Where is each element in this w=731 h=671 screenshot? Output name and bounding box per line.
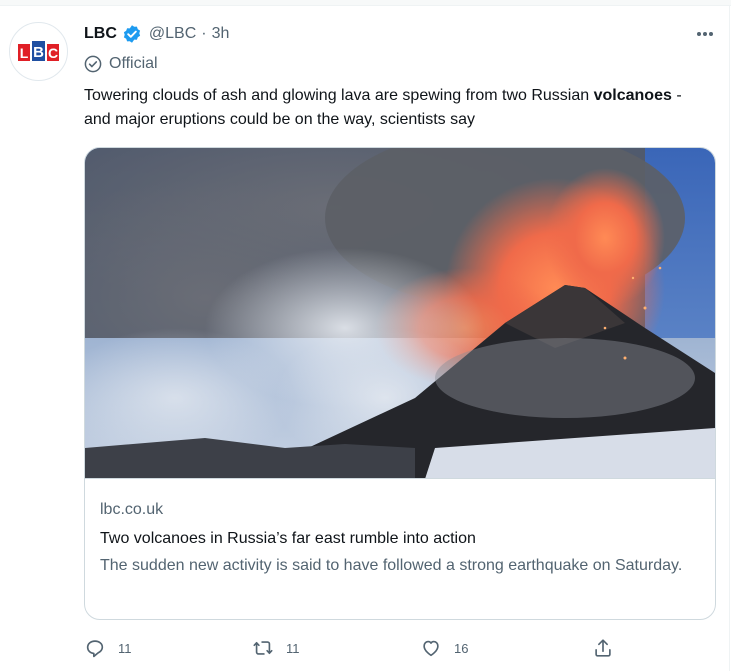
svg-text:L: L (19, 45, 28, 61)
svg-text:C: C (47, 45, 57, 61)
avatar[interactable]: L B C (9, 22, 68, 81)
retweet-button[interactable]: 11 (252, 635, 300, 661)
card-domain: lbc.co.uk (100, 501, 164, 518)
top-divider (0, 0, 731, 6)
reply-count: 11 (118, 640, 132, 656)
timestamp[interactable]: 3h (212, 25, 230, 43)
reply-icon (86, 640, 104, 658)
tweet-header: LBC @LBC · 3h (84, 22, 229, 46)
tweet-text: Towering clouds of ash and glowing lava … (84, 87, 682, 128)
share-button[interactable] (592, 635, 614, 661)
link-card[interactable]: lbc.co.uk Two volcanoes in Russia’s far … (84, 147, 716, 620)
card-image (85, 148, 715, 479)
heart-icon (423, 640, 439, 657)
tweet-actions: 11 11 16 (84, 635, 624, 661)
more-dots-icon (696, 32, 701, 36)
reply-button[interactable]: 11 (84, 635, 132, 661)
card-description: The sudden new activity is said to have … (100, 557, 683, 574)
right-divider (729, 6, 730, 671)
lbc-logo: L B C (17, 40, 59, 61)
card-title: Two volcanoes in Russia’s far east rumbl… (100, 530, 476, 547)
affiliation-text: Official (109, 55, 158, 72)
display-name[interactable]: LBC (84, 25, 117, 43)
svg-text:B: B (33, 44, 44, 61)
verified-badge-icon (122, 24, 142, 44)
retweet-icon (253, 641, 273, 655)
like-count: 16 (454, 640, 469, 656)
like-button[interactable]: 16 (420, 635, 468, 661)
share-icon (595, 639, 611, 657)
bold-keyword: volcanoes (593, 87, 672, 104)
user-handle[interactable]: @LBC (149, 25, 196, 43)
separator-dot: · (201, 25, 207, 42)
more-options-button[interactable] (688, 22, 722, 46)
check-circle-icon (84, 55, 102, 73)
affiliation-label: Official (84, 53, 158, 75)
retweet-count: 11 (286, 640, 300, 656)
card-body: lbc.co.uk Two volcanoes in Russia’s far … (100, 499, 705, 578)
